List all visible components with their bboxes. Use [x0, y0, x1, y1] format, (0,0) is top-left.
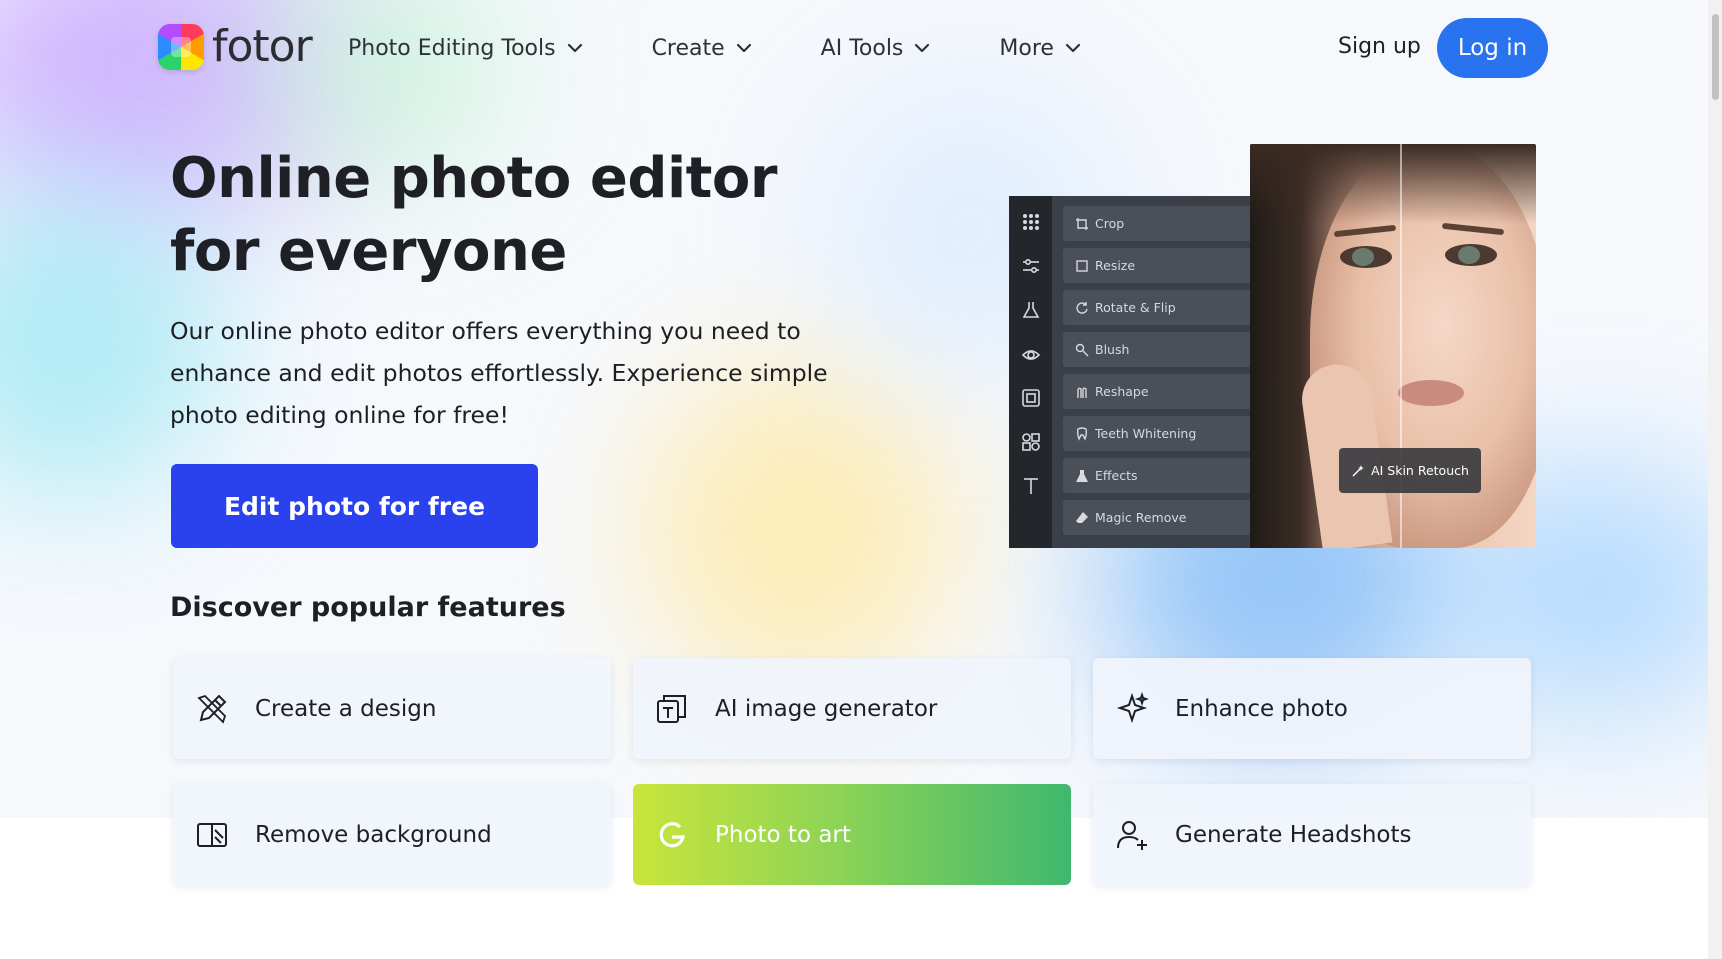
- eraser-icon: [1076, 511, 1088, 523]
- user-plus-icon: [1117, 820, 1147, 850]
- tool-rotate-flip: Rotate & Flip: [1063, 290, 1259, 325]
- scrollbar-thumb[interactable]: [1712, 14, 1719, 100]
- rotate-icon: [1076, 301, 1088, 314]
- reshape-icon: [1077, 387, 1087, 398]
- feature-label: AI image generator: [715, 695, 938, 722]
- main-nav: Photo Editing Tools Create AI Tools More: [348, 30, 1150, 66]
- resize-icon: [1076, 259, 1088, 272]
- tool-label: Resize: [1095, 258, 1136, 273]
- chevron-down-icon: [567, 43, 582, 53]
- nav-label: Create: [651, 35, 725, 61]
- nav-more[interactable]: More: [999, 30, 1082, 66]
- teeth-icon: [1076, 426, 1088, 441]
- feature-label: Enhance photo: [1175, 695, 1348, 722]
- feature-label: Generate Headshots: [1175, 821, 1412, 848]
- nav-photo-editing-tools[interactable]: Photo Editing Tools: [348, 30, 584, 66]
- tool-label: Crop: [1095, 216, 1125, 231]
- nav-label: AI Tools: [820, 35, 904, 61]
- crop-icon: [1076, 217, 1088, 230]
- editor-icon-rail: [1009, 196, 1052, 548]
- site-header: fotor Photo Editing Tools Create AI Tool…: [0, 0, 1708, 96]
- feature-enhance-photo[interactable]: Enhance photo: [1093, 658, 1531, 759]
- sliders-icon: [1023, 258, 1039, 274]
- features-heading: Discover popular features: [170, 592, 566, 623]
- hero-description: Our online photo editor offers everythin…: [170, 317, 828, 429]
- remove-bg-icon: [197, 822, 227, 847]
- feature-label: Create a design: [255, 695, 437, 722]
- logo-text: fotor: [212, 21, 313, 72]
- tool-label: Reshape: [1095, 384, 1149, 399]
- editor-tool-panel: Crop Resize Rotate & Flip Blush Reshape …: [1009, 196, 1259, 548]
- ai-skin-retouch-badge: AI Skin Retouch: [1339, 448, 1481, 493]
- nav-ai-tools[interactable]: AI Tools: [821, 30, 932, 66]
- tool-magic-remove: Magic Remove: [1063, 500, 1259, 535]
- tool-label: Blush: [1095, 342, 1130, 357]
- feature-photo-to-art[interactable]: Photo to art: [633, 784, 1071, 885]
- grid-icon: [1023, 214, 1039, 230]
- log-in-button[interactable]: Log in: [1437, 18, 1548, 78]
- fotor-logo[interactable]: fotor: [158, 21, 313, 72]
- feature-create-a-design[interactable]: Create a design: [173, 658, 611, 759]
- sign-up-link[interactable]: Sign up: [1338, 34, 1421, 59]
- tool-resize: Resize: [1063, 248, 1259, 283]
- blush-icon: [1075, 343, 1089, 356]
- feature-ai-image-generator[interactable]: AI image generator: [633, 658, 1071, 759]
- edit-photo-for-free-button[interactable]: Edit photo for free: [171, 464, 538, 548]
- feature-generate-headshots[interactable]: Generate Headshots: [1093, 784, 1531, 885]
- effects-icon: [1076, 469, 1088, 482]
- text-icon: [1024, 478, 1038, 494]
- nav-label: More: [999, 35, 1054, 61]
- tool-reshape: Reshape: [1063, 374, 1259, 409]
- eye-icon: [1021, 350, 1041, 360]
- features-grid: Create a design AI image generator Enhan…: [173, 658, 1531, 886]
- tool-blush: Blush: [1063, 332, 1259, 367]
- chevron-down-icon: [915, 43, 930, 53]
- tool-effects: Effects: [1063, 458, 1259, 493]
- tool-crop: Crop: [1063, 206, 1259, 241]
- sparkle-icon: [1116, 691, 1149, 723]
- ai-image-icon: [657, 694, 686, 723]
- shapes-icon: [1022, 433, 1040, 451]
- tool-teeth-whitening: Teeth Whitening: [1063, 416, 1259, 451]
- hero-title: Online photo editor for everyone: [170, 146, 778, 284]
- art-icon: [659, 821, 685, 847]
- frame-icon: [1022, 389, 1040, 407]
- nav-create[interactable]: Create: [652, 30, 753, 66]
- tool-label: Effects: [1095, 468, 1138, 483]
- nav-label: Photo Editing Tools: [348, 35, 556, 61]
- pencil-ruler-icon: [197, 694, 227, 724]
- tool-label: Rotate & Flip: [1095, 300, 1176, 315]
- ai-skin-retouch-label: AI Skin Retouch: [1371, 463, 1469, 478]
- chevron-down-icon: [1065, 43, 1081, 53]
- tool-label: Teeth Whitening: [1095, 426, 1197, 441]
- page-scrollbar[interactable]: [1708, 0, 1722, 959]
- magic-wand-icon: [1352, 464, 1365, 476]
- feature-label: Remove background: [255, 821, 492, 848]
- tool-label: Magic Remove: [1095, 510, 1187, 525]
- fotor-logo-icon: [158, 24, 204, 70]
- feature-label: Photo to art: [715, 821, 851, 848]
- feature-remove-background[interactable]: Remove background: [173, 784, 611, 885]
- chevron-down-icon: [736, 43, 751, 53]
- flask-icon: [1022, 302, 1040, 318]
